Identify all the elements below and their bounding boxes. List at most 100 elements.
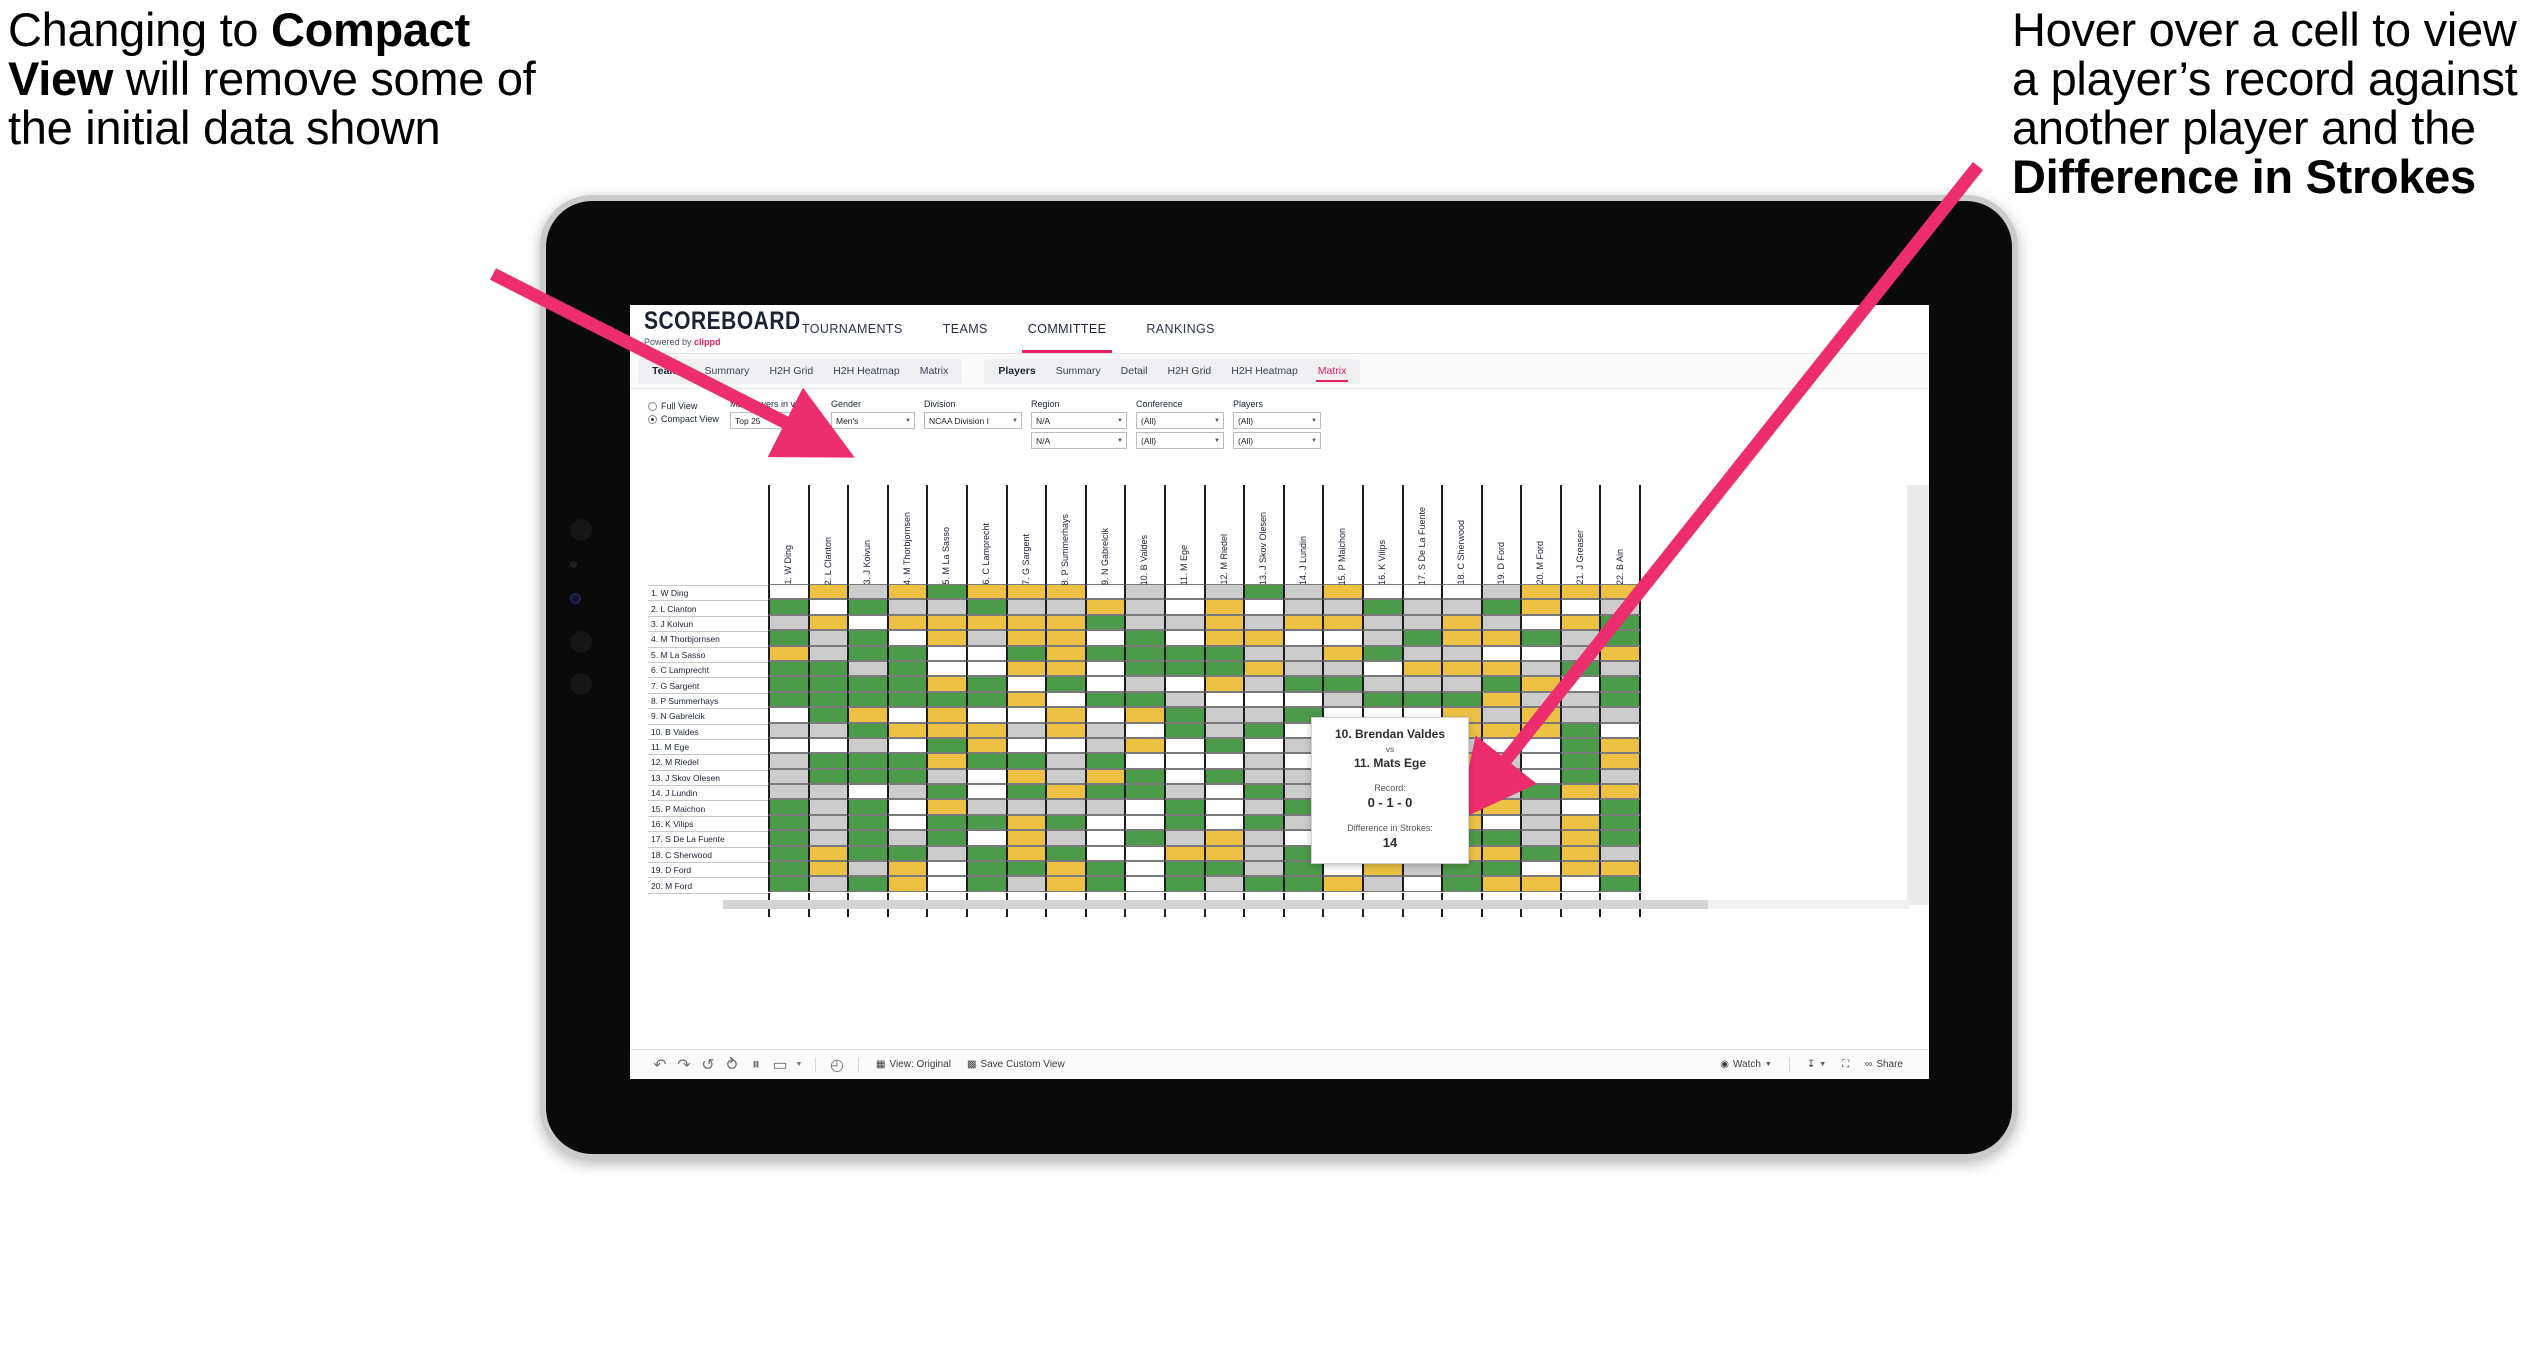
matrix-cell[interactable] <box>807 599 850 615</box>
matrix-cell[interactable] <box>886 845 929 862</box>
matrix-cell[interactable] <box>1163 876 1206 892</box>
matrix-cell[interactable] <box>1361 876 1404 892</box>
matrix-cell[interactable] <box>1559 768 1602 785</box>
matrix-cell[interactable] <box>1124 676 1166 692</box>
matrix-cell[interactable] <box>1401 645 1444 661</box>
matrix-cell[interactable] <box>1243 614 1285 631</box>
matrix-cell[interactable] <box>1163 753 1206 769</box>
matrix-cell[interactable] <box>1480 660 1523 677</box>
matrix-cell[interactable] <box>1401 676 1444 692</box>
subnav-players-h2h-heatmap[interactable]: H2H Heatmap <box>1221 365 1308 377</box>
matrix-cell[interactable] <box>1243 584 1285 600</box>
matrix-cell[interactable] <box>768 691 810 708</box>
matrix-cell[interactable] <box>1599 614 1642 631</box>
matrix-cell[interactable] <box>1005 645 1048 661</box>
matrix-cell[interactable] <box>886 876 929 892</box>
matrix-cell[interactable] <box>768 614 810 631</box>
matrix-cell[interactable] <box>768 676 810 692</box>
matrix-cell[interactable] <box>1520 584 1562 600</box>
matrix-cell[interactable] <box>965 691 1008 708</box>
matrix-cell[interactable] <box>1005 876 1048 892</box>
matrix-cell[interactable] <box>847 630 889 646</box>
matrix-cell[interactable] <box>1045 660 1087 677</box>
matrix-cell[interactable] <box>1520 660 1562 677</box>
save-custom-view-button[interactable]: ▩ Save Custom View <box>959 1059 1073 1070</box>
matrix-cell[interactable] <box>1243 630 1285 646</box>
matrix-cell[interactable] <box>1124 645 1166 661</box>
matrix-cell[interactable] <box>1441 691 1483 708</box>
matrix-cell[interactable] <box>965 737 1008 754</box>
watch-button[interactable]: ◉ Watch ▼ <box>1712 1059 1780 1070</box>
matrix-cell[interactable] <box>1163 799 1206 815</box>
matrix-cell[interactable] <box>1243 845 1285 862</box>
matrix-cell[interactable] <box>847 753 889 769</box>
matrix-cell[interactable] <box>1084 722 1127 738</box>
matrix-cell[interactable] <box>1005 630 1048 646</box>
matrix-cell[interactable] <box>1005 753 1048 769</box>
matrix-cell[interactable] <box>1559 814 1602 831</box>
matrix-cell[interactable] <box>1203 691 1246 708</box>
matrix-cell[interactable] <box>1520 630 1562 646</box>
matrix-cell[interactable] <box>886 830 929 846</box>
matrix-cell[interactable] <box>1480 584 1523 600</box>
matrix-cell[interactable] <box>1480 707 1523 723</box>
matrix-cell[interactable] <box>1005 707 1048 723</box>
matrix-cell[interactable] <box>965 584 1008 600</box>
matrix-cell[interactable] <box>768 784 810 800</box>
matrix-cell[interactable] <box>847 768 889 785</box>
highlight-icon[interactable]: ▭ <box>768 1056 792 1074</box>
matrix-cell[interactable] <box>768 737 810 754</box>
matrix-cell[interactable] <box>1599 691 1642 708</box>
matrix-cell[interactable] <box>965 676 1008 692</box>
clock-icon[interactable]: ◴ <box>825 1056 849 1074</box>
matrix-cell[interactable] <box>1203 614 1246 631</box>
matrix-cell[interactable] <box>1045 737 1087 754</box>
matrix-cell[interactable] <box>1045 845 1087 862</box>
matrix-cell[interactable] <box>1243 784 1285 800</box>
matrix-cell[interactable] <box>1203 722 1246 738</box>
matrix-cell[interactable] <box>1361 645 1404 661</box>
matrix-cell[interactable] <box>1282 660 1325 677</box>
matrix-cell[interactable] <box>1520 799 1562 815</box>
matrix-cell[interactable] <box>1361 599 1404 615</box>
matrix-cell[interactable] <box>1599 722 1642 738</box>
matrix-cell[interactable] <box>1480 861 1523 877</box>
nav-committee[interactable]: COMMITTEE <box>1008 305 1127 353</box>
matrix-cell[interactable] <box>1480 814 1523 831</box>
matrix-cell[interactable] <box>1243 876 1285 892</box>
matrix-cell[interactable] <box>807 676 850 692</box>
matrix-cell[interactable] <box>1124 722 1166 738</box>
matrix-cell[interactable] <box>1203 599 1246 615</box>
matrix-cell[interactable] <box>1599 768 1642 785</box>
matrix-cell[interactable] <box>1520 599 1562 615</box>
matrix-cell[interactable] <box>1599 645 1642 661</box>
matrix-cell[interactable] <box>1243 814 1285 831</box>
matrix-cell[interactable] <box>1203 753 1246 769</box>
matrix-cell[interactable] <box>926 845 968 862</box>
matrix-cell[interactable] <box>1559 722 1602 738</box>
matrix-cell[interactable] <box>847 645 889 661</box>
subnav-players-h2h-grid[interactable]: H2H Grid <box>1158 365 1222 377</box>
matrix-cell[interactable] <box>1322 599 1364 615</box>
matrix-cell[interactable] <box>1045 876 1087 892</box>
matrix-cell[interactable] <box>768 584 810 600</box>
matrix-cell[interactable] <box>1480 599 1523 615</box>
matrix-cell[interactable] <box>1084 768 1127 785</box>
matrix-cell[interactable] <box>1480 876 1523 892</box>
filter-conference-select-2[interactable]: (All) ▼ <box>1136 432 1224 449</box>
matrix-cell[interactable] <box>1124 614 1166 631</box>
matrix-cell[interactable] <box>807 830 850 846</box>
matrix-cell[interactable] <box>1045 861 1087 877</box>
matrix-cell[interactable] <box>1163 584 1206 600</box>
matrix-cell[interactable] <box>926 691 968 708</box>
matrix-cell[interactable] <box>1005 799 1048 815</box>
matrix-cell[interactable] <box>807 614 850 631</box>
matrix-cell[interactable] <box>965 707 1008 723</box>
matrix-cell[interactable] <box>1084 630 1127 646</box>
matrix-cell[interactable] <box>1559 676 1602 692</box>
matrix-cell[interactable] <box>1282 676 1325 692</box>
matrix-cell[interactable] <box>1163 768 1206 785</box>
matrix-cell[interactable] <box>1520 722 1562 738</box>
matrix-cell[interactable] <box>1520 814 1562 831</box>
matrix-cell[interactable] <box>1282 645 1325 661</box>
